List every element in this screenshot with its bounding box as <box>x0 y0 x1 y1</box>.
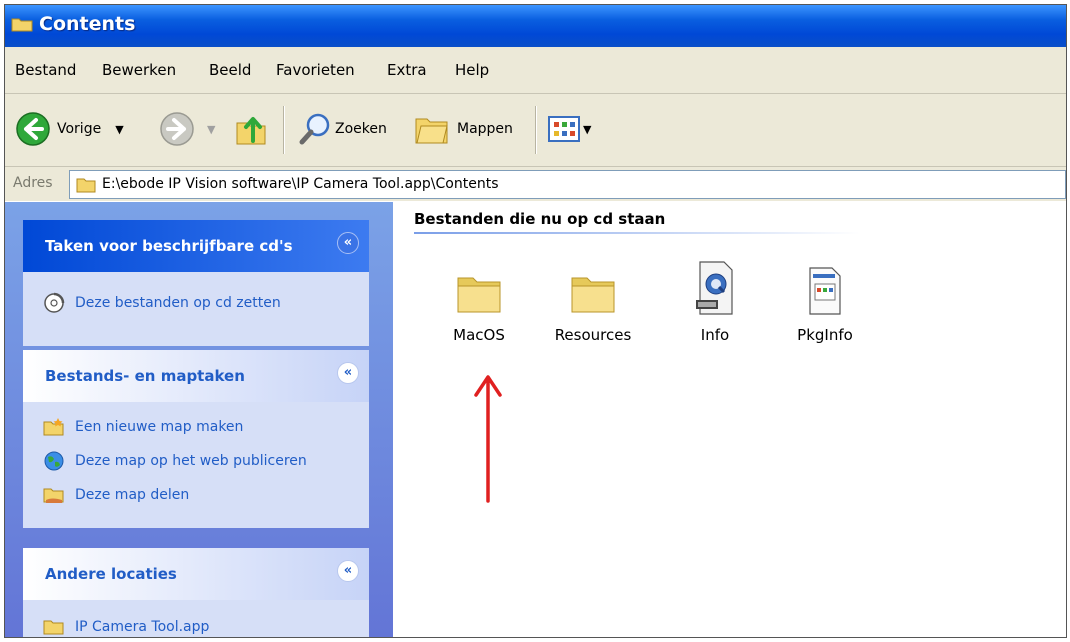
annotation-arrow <box>474 375 502 503</box>
other-places-panel: Andere locaties « IP Camera Tool.app <box>23 548 369 637</box>
task-label: Een nieuwe map maken <box>75 419 244 435</box>
address-path: E:\ebode IP Vision software\IP Camera To… <box>102 176 499 192</box>
back-button[interactable]: Vorige ▼ <box>15 108 124 150</box>
search-icon <box>299 113 330 145</box>
window-title: Contents <box>39 13 136 35</box>
task-label: Deze bestanden op cd zetten <box>75 295 281 311</box>
menu-edit[interactable]: Bewerken <box>102 61 176 79</box>
forward-arrow-icon <box>160 112 194 146</box>
menu-help[interactable]: Help <box>455 61 489 79</box>
back-dropdown-icon[interactable]: ▼ <box>115 123 123 136</box>
task-label: Deze map op het web publiceren <box>75 453 307 469</box>
place-label: IP Camera Tool.app <box>75 619 210 635</box>
task-write-to-cd[interactable]: Deze bestanden op cd zetten <box>23 286 369 320</box>
menu-file[interactable]: Bestand <box>15 61 76 79</box>
file-name: Info <box>700 326 730 344</box>
file-name: Resources <box>554 326 632 344</box>
file-item-macos[interactable]: MacOS <box>424 260 534 344</box>
document-file-icon <box>809 267 841 315</box>
task-new-folder[interactable]: Een nieuwe map maken <box>23 410 369 444</box>
search-label: Zoeken <box>335 121 387 137</box>
title-bar[interactable]: Contents <box>5 5 1066 47</box>
new-folder-icon <box>43 418 64 436</box>
address-field[interactable]: E:\ebode IP Vision software\IP Camera To… <box>69 170 1066 199</box>
other-places-title: Andere locaties <box>45 565 177 583</box>
back-arrow-icon <box>16 112 50 146</box>
folders-button[interactable]: Mappen <box>413 108 513 150</box>
cd-write-icon <box>44 292 65 313</box>
views-icon <box>548 116 580 142</box>
file-tasks-panel: Bestands- en maptaken « Een nieuwe map m… <box>23 350 369 528</box>
collapse-icon[interactable]: « <box>337 232 359 254</box>
globe-icon <box>44 451 64 471</box>
group-divider <box>414 232 860 234</box>
quicktime-file-icon <box>696 261 733 315</box>
views-button[interactable]: ▼ <box>547 108 591 150</box>
file-item-info[interactable]: Info <box>660 260 770 344</box>
address-label: Adres <box>13 175 53 191</box>
menu-favorites[interactable]: Favorieten <box>276 61 355 79</box>
task-publish-web[interactable]: Deze map op het web publiceren <box>23 444 369 478</box>
folder-icon <box>457 277 501 313</box>
explorer-window: Contents Bestand Bewerken Beeld Favoriet… <box>4 4 1067 638</box>
menu-tools[interactable]: Extra <box>387 61 427 79</box>
folders-icon <box>415 118 448 144</box>
cd-tasks-title: Taken voor beschrijfbare cd's <box>45 237 293 255</box>
folders-label: Mappen <box>457 121 513 137</box>
task-share-folder[interactable]: Deze map delen <box>23 478 369 512</box>
cd-tasks-header[interactable]: Taken voor beschrijfbare cd's « <box>23 220 369 272</box>
other-places-header[interactable]: Andere locaties « <box>23 548 369 600</box>
toolbar: Vorige ▼ ▼ Zoeken Mappen ▼ <box>5 94 1066 167</box>
share-folder-icon <box>43 488 64 503</box>
cd-tasks-panel: Taken voor beschrijfbare cd's « Deze bes… <box>23 220 369 346</box>
collapse-icon[interactable]: « <box>337 560 359 582</box>
file-name: PkgInfo <box>797 326 853 344</box>
up-folder-button[interactable] <box>233 108 269 150</box>
task-pane: Taken voor beschrijfbare cd's « Deze bes… <box>5 202 393 637</box>
file-item-pkginfo[interactable]: PkgInfo <box>770 260 880 344</box>
back-label: Vorige <box>57 121 102 137</box>
search-button[interactable]: Zoeken <box>297 108 387 150</box>
file-item-resources[interactable]: Resources <box>538 260 648 344</box>
file-name: MacOS <box>453 326 505 344</box>
folder-icon <box>571 277 615 313</box>
menu-view[interactable]: Beeld <box>209 61 251 79</box>
group-header: Bestanden die nu op cd staan <box>414 210 666 228</box>
task-label: Deze map delen <box>75 487 190 503</box>
menu-bar: Bestand Bewerken Beeld Favorieten Extra … <box>5 47 1066 94</box>
file-tasks-title: Bestands- en maptaken <box>45 367 245 385</box>
views-dropdown-icon[interactable]: ▼ <box>583 123 591 136</box>
file-tasks-header[interactable]: Bestands- en maptaken « <box>23 350 369 402</box>
folder-icon <box>11 18 33 32</box>
folder-icon <box>76 178 96 193</box>
forward-dropdown-icon[interactable]: ▼ <box>207 123 215 136</box>
collapse-icon[interactable]: « <box>337 362 359 384</box>
address-bar: Adres E:\ebode IP Vision software\IP Cam… <box>5 167 1066 201</box>
folder-icon <box>43 620 64 635</box>
place-ip-camera-tool[interactable]: IP Camera Tool.app <box>23 610 369 637</box>
up-folder-icon <box>236 117 266 145</box>
forward-button[interactable]: ▼ <box>159 108 215 150</box>
